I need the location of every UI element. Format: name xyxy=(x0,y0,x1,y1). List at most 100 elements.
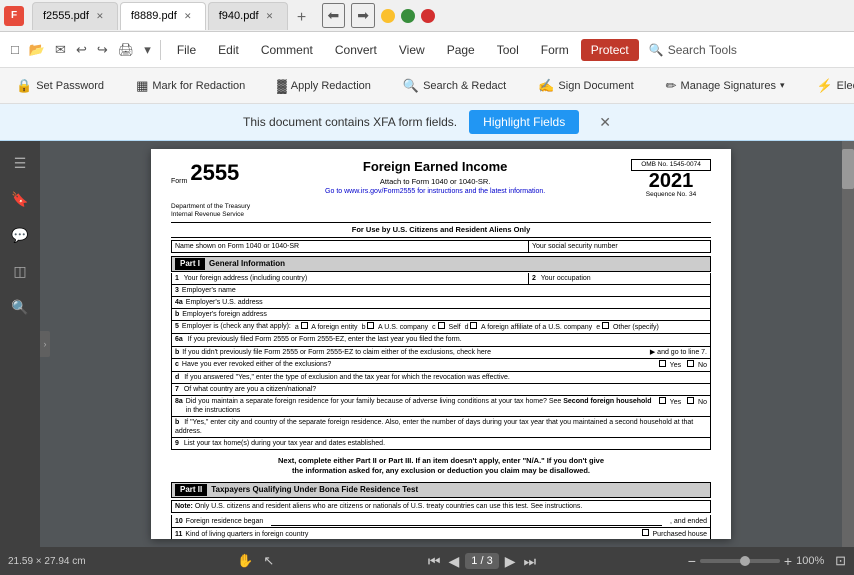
menu-protect[interactable]: Protect xyxy=(581,39,639,61)
fit-button[interactable]: ⊡ xyxy=(835,553,846,569)
close-button[interactable] xyxy=(421,9,435,23)
print-icon[interactable]: 🖨 xyxy=(115,40,138,60)
menu-bar-left: □ 📂 ✉ ↩ ↪ 🖨 ▾ xyxy=(8,40,165,60)
menu-bar: □ 📂 ✉ ↩ ↪ 🖨 ▾ File Edit Comment Convert … xyxy=(0,32,854,68)
tab-tab2[interactable]: f8889.pdf ✕ xyxy=(120,2,206,30)
menu-comment[interactable]: Comment xyxy=(251,39,323,61)
tab-close-tab1[interactable]: ✕ xyxy=(93,9,107,23)
hand-tool[interactable]: ✋ xyxy=(235,553,255,569)
scrollbar-thumb[interactable] xyxy=(842,149,854,189)
zoom-slider[interactable] xyxy=(700,559,780,563)
zoom-controls: − + 100% ⊡ xyxy=(688,553,846,569)
menu-edit[interactable]: Edit xyxy=(208,39,249,61)
zoom-minus-button[interactable]: − xyxy=(688,553,696,569)
tab-close-tab2[interactable]: ✕ xyxy=(181,9,195,23)
name-label: Name shown on Form 1040 or 1040-SR xyxy=(172,241,529,252)
menu-icons: □ 📂 ✉ ↩ ↪ 🖨 ▾ xyxy=(8,40,154,60)
citizens-banner: For Use by U.S. Citizens and Resident Al… xyxy=(171,222,711,238)
electric-label: Electro... xyxy=(837,80,854,92)
nav-last-button[interactable]: ⏭ xyxy=(521,553,538,570)
left-panel: ☰ 🔖 💬 ◫ 🔍 xyxy=(0,141,40,547)
protect-toolbar: 🔒 Set Password ▦ Mark for Redaction ▓ Ap… xyxy=(0,68,854,104)
row7: 7 Of what country are you a citizen/nati… xyxy=(171,384,711,396)
attach-text: Attach to Form 1040 or 1040-SR. xyxy=(239,177,631,187)
search-redact-button[interactable]: 🔍 Search & Redact xyxy=(395,74,514,98)
email-icon[interactable]: ✉ xyxy=(52,40,69,60)
row6a: 6a If you previously filed Form 2555 or … xyxy=(171,334,711,346)
dept-line1: Department of the Treasury xyxy=(171,203,250,211)
part1-label: Part I xyxy=(175,258,205,270)
open-icon[interactable]: 📂 xyxy=(26,40,48,60)
panel-icon-comment[interactable]: 💬 xyxy=(6,221,34,249)
panel-icon-bookmark[interactable]: 🔖 xyxy=(6,185,34,213)
add-tab-button[interactable]: + xyxy=(290,6,314,30)
row6d: d If you answered "Yes," enter the type … xyxy=(171,372,711,384)
search-icon: 🔍 xyxy=(403,78,419,94)
apply-redaction-label: Apply Redaction xyxy=(291,80,371,92)
row4a: 4a Employer's U.S. address xyxy=(171,297,711,309)
nav-first-button[interactable]: ⏮ xyxy=(426,553,443,570)
nav-forward-btn[interactable]: ➡ xyxy=(351,3,375,28)
nav-prev-button[interactable]: ◀ xyxy=(447,553,462,570)
tab-close-tab3[interactable]: ✕ xyxy=(263,9,277,23)
right-scrollbar[interactable] xyxy=(842,141,854,547)
page-badge: 1 / 3 xyxy=(465,553,498,569)
row6b: b If you didn't previously file Form 255… xyxy=(171,347,711,359)
dropdown-icon[interactable]: ▾ xyxy=(141,40,154,60)
title-bar: F f2555.pdf ✕ f8889.pdf ✕ f940.pdf ✕ + ⬅… xyxy=(0,0,854,32)
form-title: Foreign Earned Income xyxy=(239,159,631,176)
menu-form[interactable]: Form xyxy=(531,39,579,61)
row6c: c Have you ever revoked either of the ex… xyxy=(171,359,711,372)
cursor-tool[interactable]: ↖ xyxy=(261,553,276,569)
electric-button[interactable]: ⚡ Electro... xyxy=(808,74,854,98)
general-info: General Information xyxy=(209,259,285,269)
mark-redaction-button[interactable]: ▦ Mark for Redaction xyxy=(128,74,253,98)
menu-page[interactable]: Page xyxy=(437,39,485,61)
pdf-form: Form 2555 Foreign Earned Income Attach t… xyxy=(151,149,731,539)
menu-convert[interactable]: Convert xyxy=(325,39,387,61)
highlight-fields-button[interactable]: Highlight Fields xyxy=(469,110,579,134)
panel-icon-layers[interactable]: ◫ xyxy=(6,257,34,285)
sign-document-button[interactable]: ✍ Sign Document xyxy=(530,74,641,98)
dept-line2: Internal Revenue Service xyxy=(171,211,250,219)
row8b: b If "Yes," enter city and country of th… xyxy=(171,417,711,438)
maximize-button[interactable] xyxy=(401,9,415,23)
set-password-button[interactable]: 🔒 Set Password xyxy=(8,74,112,98)
redo-icon[interactable]: ↪ xyxy=(94,40,111,60)
manage-signatures-label: Manage Signatures xyxy=(681,80,776,92)
new-icon[interactable]: □ xyxy=(8,40,22,59)
tab-tab3[interactable]: f940.pdf ✕ xyxy=(208,2,288,30)
menu-view[interactable]: View xyxy=(389,39,435,61)
lock-icon: 🔒 xyxy=(16,78,32,94)
ssn-label: Your social security number xyxy=(529,241,710,252)
tab-label: f8889.pdf xyxy=(131,10,177,22)
zoom-value-label: 100% xyxy=(796,555,831,567)
disallowed-note: Next, complete either Part II or Part II… xyxy=(171,454,711,478)
menu-file[interactable]: File xyxy=(167,39,206,61)
nav-next-button[interactable]: ▶ xyxy=(503,553,518,570)
menu-tool[interactable]: Tool xyxy=(487,39,529,61)
page-nav: ⏮ ◀ 1 / 3 ▶ ⏭ xyxy=(426,553,538,570)
zoom-slider-thumb[interactable] xyxy=(740,556,750,566)
manage-signatures-button[interactable]: ✏ Manage Signatures ▾ xyxy=(658,74,793,98)
panel-icon-search[interactable]: 🔍 xyxy=(6,293,34,321)
panel-collapse-arrow[interactable]: › xyxy=(40,331,50,357)
row2-text: Your occupation xyxy=(541,275,591,282)
tab-tab1[interactable]: f2555.pdf ✕ xyxy=(32,2,118,30)
row10: 10 Foreign residence began , and ended xyxy=(171,515,711,528)
nav-back-btn[interactable]: ⬅ xyxy=(322,3,346,28)
banner-close-button[interactable]: ✕ xyxy=(599,114,611,131)
search-tools[interactable]: 🔍 Search Tools xyxy=(649,43,737,57)
xfa-message: This document contains XFA form fields. xyxy=(243,115,457,129)
form-label: Form xyxy=(171,177,187,188)
part2-title: Taxpayers Qualifying Under Bona Fide Res… xyxy=(211,485,418,495)
document-viewer: Form 2555 Foreign Earned Income Attach t… xyxy=(40,141,842,547)
panel-icon-menu[interactable]: ☰ xyxy=(6,149,34,177)
sign-icon: ✍ xyxy=(538,78,554,94)
apply-redaction-button[interactable]: ▓ Apply Redaction xyxy=(269,74,379,97)
undo-icon[interactable]: ↩ xyxy=(73,40,90,60)
apply-icon: ▓ xyxy=(277,78,286,93)
zoom-plus-button[interactable]: + xyxy=(784,553,792,569)
row11: 11 Kind of living quarters in foreign co… xyxy=(171,528,711,539)
minimize-button[interactable] xyxy=(381,9,395,23)
